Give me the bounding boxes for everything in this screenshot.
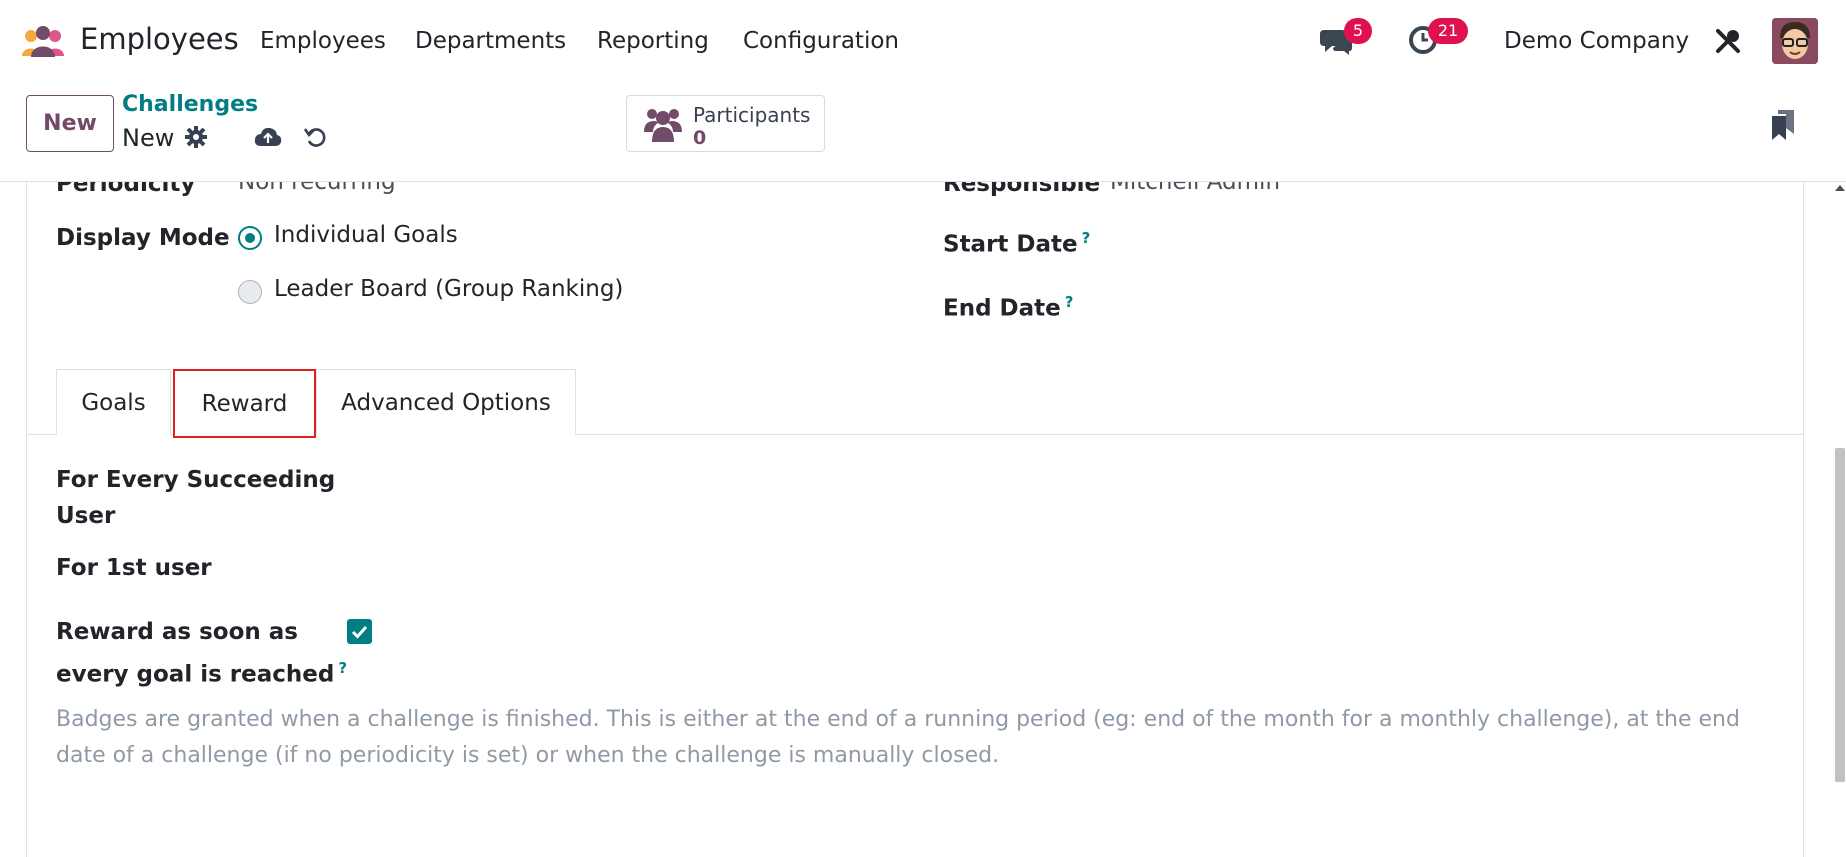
display-mode-label: Display Mode (56, 225, 230, 251)
end-date-help-icon[interactable]: ? (1065, 293, 1074, 311)
new-button[interactable]: New (26, 95, 114, 152)
succeeding-user-line1: For Every Succeeding (56, 467, 336, 493)
menu-departments[interactable]: Departments (415, 28, 566, 54)
employees-app-icon[interactable] (20, 26, 66, 58)
control-panel: New Challenges New Participants 0 (0, 80, 1846, 182)
discard-icon[interactable] (304, 125, 328, 149)
participants-label: Participants (693, 103, 811, 127)
start-date-text: Start Date (943, 231, 1078, 258)
scrollbar[interactable] (1832, 182, 1846, 857)
periodicity-label: Periodicity (56, 182, 196, 197)
users-icon (644, 109, 682, 142)
form-sheet: Periodicity Non recurring Responsible Mi… (26, 182, 1804, 857)
start-date-label: Start Date? (943, 220, 1090, 263)
tab-reward[interactable]: Reward (173, 369, 316, 438)
save-cloud-icon[interactable] (254, 126, 282, 148)
end-date-label: End Date? (943, 284, 1073, 327)
bookmark-icon[interactable] (1772, 110, 1794, 140)
menu-configuration[interactable]: Configuration (743, 28, 899, 54)
reward-asap-line1: Reward as soon as (56, 619, 298, 645)
user-avatar[interactable] (1772, 18, 1818, 64)
succeeding-user-line2: User (56, 503, 116, 529)
radio-leader-board-label[interactable]: Leader Board (Group Ranking) (274, 276, 623, 302)
app-title[interactable]: Employees (80, 22, 239, 56)
succeeding-user-label: For Every Succeeding User (56, 462, 335, 534)
activities-badge: 21 (1428, 18, 1468, 44)
messages-badge: 5 (1344, 18, 1372, 44)
reward-asap-help-icon[interactable]: ? (338, 659, 347, 677)
first-user-label: For 1st user (56, 555, 212, 581)
tab-goals[interactable]: Goals (56, 369, 171, 435)
menu-reporting[interactable]: Reporting (597, 28, 709, 54)
tools-icon[interactable] (1714, 27, 1742, 55)
checkmark-icon (351, 625, 368, 639)
main-navbar: Employees Employees Departments Reportin… (0, 0, 1846, 80)
periodicity-value[interactable]: Non recurring (238, 182, 396, 195)
reward-asap-checkbox[interactable] (347, 619, 372, 644)
start-date-help-icon[interactable]: ? (1082, 229, 1091, 247)
participants-smart-button[interactable]: Participants 0 (626, 95, 825, 152)
gear-icon[interactable] (185, 126, 207, 148)
end-date-text: End Date (943, 295, 1061, 322)
reward-asap-label: Reward as soon as every goal is reached? (56, 614, 347, 693)
avatar-face-icon (1772, 18, 1818, 64)
responsible-value[interactable]: Mitchell Admin (1110, 182, 1280, 195)
responsible-label: Responsible (943, 182, 1101, 197)
scroll-up-arrow-icon[interactable] (1835, 184, 1845, 192)
company-switcher[interactable]: Demo Company (1504, 28, 1689, 54)
radio-individual-goals[interactable] (238, 226, 262, 250)
tab-advanced-options[interactable]: Advanced Options (316, 369, 576, 435)
record-name: New (122, 124, 175, 152)
scrollbar-thumb[interactable] (1835, 448, 1845, 782)
radio-individual-goals-label[interactable]: Individual Goals (274, 222, 458, 248)
participants-count: 0 (693, 127, 707, 149)
breadcrumb-challenges[interactable]: Challenges (122, 92, 258, 117)
radio-leader-board[interactable] (238, 280, 262, 304)
menu-employees[interactable]: Employees (260, 28, 386, 54)
reward-help-note: Badges are granted when a challenge is f… (56, 707, 1740, 768)
reward-asap-line2: every goal is reached (56, 661, 335, 688)
